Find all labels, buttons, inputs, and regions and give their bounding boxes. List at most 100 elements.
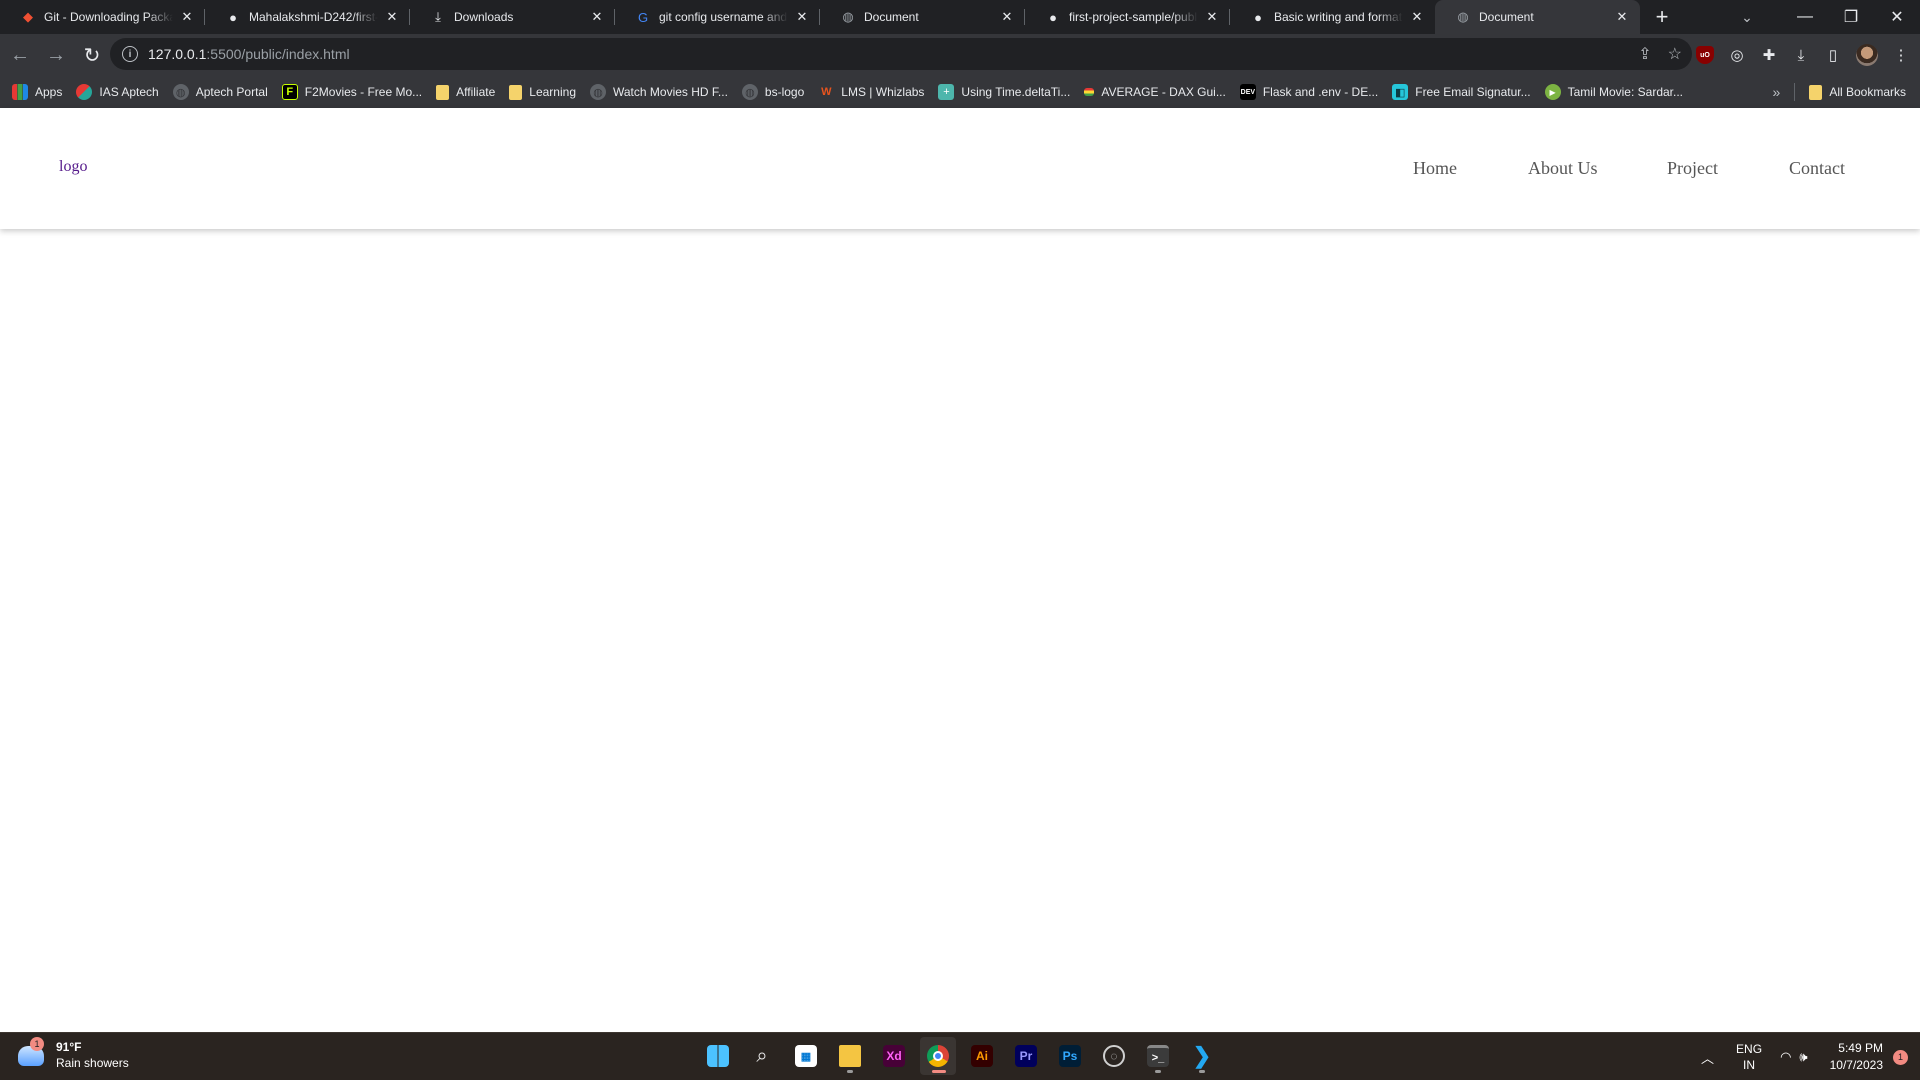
tab-close-icon[interactable]: ✕ — [794, 9, 810, 25]
url-host: 127.0.0.1 — [148, 46, 207, 62]
site-logo[interactable]: logo — [59, 158, 87, 176]
ublock-origin-icon[interactable]: uO — [1696, 46, 1714, 64]
bookmark-star-icon[interactable]: ☆ — [1668, 44, 1682, 64]
downloads-icon[interactable]: ⤓ — [1792, 46, 1810, 64]
new-tab-button[interactable]: + — [1648, 3, 1676, 31]
more-bookmarks-chevron-icon[interactable]: » — [1773, 84, 1781, 100]
tab-close-icon[interactable]: ✕ — [179, 9, 195, 25]
taskbar-adobe-illustrator-button[interactable]: Ai — [964, 1037, 1000, 1075]
show-hidden-icons-chevron-icon[interactable]: ︿ — [1701, 1048, 1714, 1067]
volume-icon[interactable]: 🕪 — [1799, 1049, 1807, 1065]
wifi-icon[interactable]: ◠ — [1780, 1049, 1791, 1065]
tab-close-icon[interactable]: ✕ — [384, 9, 400, 25]
share-icon[interactable]: ⇪ — [1638, 44, 1651, 64]
site-info-icon[interactable]: i — [122, 46, 138, 62]
tab-close-icon[interactable]: ✕ — [1614, 9, 1630, 25]
weather-condition: Rain showers — [56, 1056, 129, 1070]
tab-title: Basic writing and formatting — [1274, 10, 1403, 24]
clock[interactable]: 5:49 PM 10/7/2023 — [1830, 1040, 1883, 1074]
restore-icon[interactable]: ❐ — [1828, 7, 1874, 27]
play-icon: ▶ — [1544, 84, 1561, 100]
notification-badge[interactable]: 1 — [1893, 1049, 1908, 1065]
bookmark-label: Watch Movies HD F... — [613, 85, 728, 99]
bookmark-label: LMS | Whizlabs — [841, 85, 925, 99]
taskbar-start-button[interactable] — [700, 1037, 736, 1075]
bookmark-item[interactable]: F F2Movies - Free Mo... — [281, 84, 422, 100]
address-bar[interactable]: i 127.0.0.1:5500/public/index.html ⇪ ☆ — [110, 38, 1692, 70]
bookmark-item[interactable]: ◍ Watch Movies HD F... — [590, 84, 728, 100]
nav-project-link[interactable]: Project — [1667, 158, 1718, 179]
extension-target-icon[interactable]: ◎ — [1728, 46, 1746, 64]
weather-widget[interactable]: 1 91°F Rain showers — [18, 1037, 129, 1072]
taskbar-adobe-photoshop-button[interactable]: Ps — [1052, 1037, 1088, 1075]
globe-icon: ◍ — [1457, 9, 1469, 24]
omnibox-actions: ⇪ ☆ — [1638, 38, 1682, 70]
back-button[interactable]: ← — [4, 39, 36, 71]
side-panel-icon[interactable]: ▯ — [1824, 46, 1842, 64]
bookmark-item[interactable]: W LMS | Whizlabs — [818, 84, 924, 100]
browser-tab[interactable]: ● Mahalakshmi-D242/first-project ✕ — [205, 0, 410, 34]
tab-title: Document — [1479, 10, 1534, 24]
language-indicator[interactable]: ENG IN — [1736, 1041, 1762, 1073]
taskbar-obs-studio-button[interactable]: ◌ — [1096, 1037, 1132, 1075]
nav-home-link[interactable]: Home — [1413, 158, 1457, 179]
taskbar-vscode-button[interactable]: ❯ — [1184, 1037, 1220, 1075]
tab-close-icon[interactable]: ✕ — [589, 9, 605, 25]
browser-tab[interactable]: ◍ Document ✕ — [1435, 0, 1640, 34]
tab-close-icon[interactable]: ✕ — [999, 9, 1015, 25]
all-bookmarks-button[interactable]: All Bookmarks — [1809, 84, 1906, 100]
google-icon: G — [637, 9, 649, 25]
tab-title: git config username and email — [659, 10, 788, 24]
web-page: logo Home About Us Project Contact — [0, 108, 1920, 1032]
url-text[interactable]: 127.0.0.1:5500/public/index.html — [148, 46, 350, 62]
tab-close-icon[interactable]: ✕ — [1409, 9, 1425, 25]
microsoft-store-icon: ▦ — [795, 1045, 817, 1067]
taskbar-search-button[interactable]: ⌕ — [744, 1037, 780, 1075]
forward-button[interactable]: → — [40, 39, 72, 71]
taskbar-google-chrome-button[interactable] — [920, 1037, 956, 1075]
nav-about-us-link[interactable]: About Us — [1528, 158, 1598, 179]
bookmark-item[interactable]: IAS Aptech — [76, 84, 159, 100]
bookmark-item[interactable]: AVERAGE - DAX Gui... — [1084, 85, 1226, 99]
bookmark-item[interactable]: Learning — [509, 84, 576, 100]
adobe-illustrator-icon: Ai — [971, 1045, 993, 1067]
extensions-puzzle-icon[interactable]: ✚ — [1760, 46, 1778, 64]
taskbar-adobe-premiere-button[interactable]: Pr — [1008, 1037, 1044, 1075]
taskbar-file-explorer-button[interactable] — [832, 1037, 868, 1075]
unity-icon: + — [938, 84, 955, 100]
browser-tab[interactable]: ⤓ Downloads ✕ — [410, 0, 615, 34]
browser-tab[interactable]: ● Basic writing and formatting ✕ — [1230, 0, 1435, 34]
language-code: ENG — [1736, 1042, 1763, 1056]
running-indicator — [932, 1070, 946, 1073]
globe-icon: ◍ — [842, 9, 854, 24]
profile-avatar[interactable] — [1856, 44, 1878, 66]
nav-contact-link[interactable]: Contact — [1789, 158, 1845, 179]
bookmark-item[interactable]: + Using Time.deltaTi... — [938, 84, 1070, 100]
download-icon: ⤓ — [435, 9, 441, 24]
taskbar-adobe-xd-button[interactable]: Xd — [876, 1037, 912, 1075]
browser-tab[interactable]: ◆ Git - Downloading Package ✕ — [0, 0, 205, 34]
bookmark-item[interactable]: Affiliate — [436, 84, 495, 100]
globe-icon: ◍ — [172, 84, 189, 100]
bookmark-item[interactable]: ▶ Tamil Movie: Sardar... — [1544, 84, 1683, 100]
bookmark-item[interactable]: Apps — [12, 84, 62, 100]
browser-tab[interactable]: ◍ Document ✕ — [820, 0, 1025, 34]
menu-kebab-icon[interactable]: ⋮ — [1892, 46, 1910, 64]
browser-tab[interactable]: ● first-project-sample/public ✕ — [1025, 0, 1230, 34]
bookmark-item[interactable]: ◧ Free Email Signatur... — [1392, 84, 1531, 100]
tab-close-icon[interactable]: ✕ — [1204, 9, 1220, 25]
minimize-icon[interactable]: — — [1782, 8, 1828, 26]
clock-date: 10/7/2023 — [1829, 1058, 1883, 1072]
bookmark-item[interactable]: ◍ bs-logo — [741, 84, 804, 100]
taskbar-terminal-button[interactable]: >_ — [1140, 1037, 1176, 1075]
taskbar-microsoft-store-button[interactable]: ▦ — [788, 1037, 824, 1075]
tab-search-chevron-icon[interactable]: ⌄ — [1724, 9, 1770, 26]
bookmark-item[interactable]: ◍ Aptech Portal — [172, 84, 268, 100]
globe-icon: ◍ — [741, 84, 758, 100]
clock-time: 5:49 PM — [1838, 1041, 1883, 1055]
close-window-icon[interactable]: ✕ — [1874, 7, 1920, 27]
tab-title: Document — [864, 10, 919, 24]
browser-tab[interactable]: Ggit config username and email ✕ — [615, 0, 820, 34]
reload-button[interactable]: ↻ — [76, 39, 108, 71]
bookmark-item[interactable]: DEV Flask and .env - DE... — [1239, 84, 1378, 100]
